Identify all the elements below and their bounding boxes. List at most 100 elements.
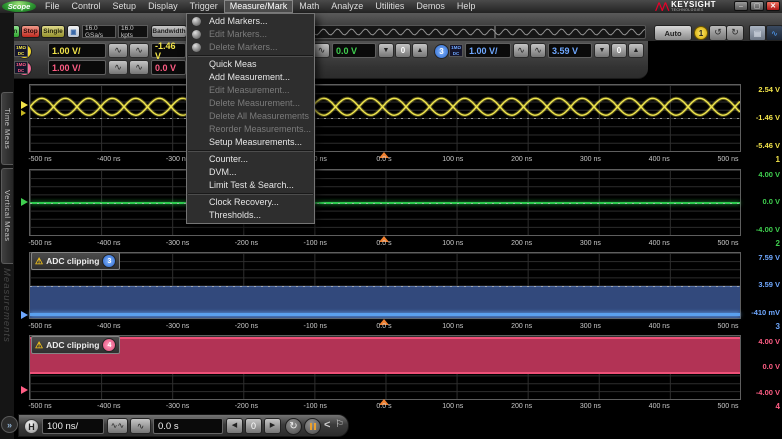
channel-1-scale-up-icon[interactable]: ∿ <box>129 43 149 58</box>
time-tick-label: 400 ns <box>649 240 670 247</box>
channel-4-scale-field[interactable]: 1.00 V/ <box>48 60 106 75</box>
menu-item-reorder-measurements: Reorder Measurements... <box>187 123 314 136</box>
menubar-item-display[interactable]: Display <box>142 0 184 13</box>
time-tick-label: 300 ns <box>580 240 601 247</box>
single-button[interactable]: Single <box>41 25 65 38</box>
menu-item-limit-test-search[interactable]: Limit Test & Search... <box>187 179 314 192</box>
ch2-ground-marker[interactable] <box>21 198 28 206</box>
channel-2-offset-down-icon[interactable]: ▼ <box>378 43 394 58</box>
horizontal-toolbar: H 100 ns/ ∿∿ ∿ 0.0 s ◀ 0 ▶ ↻ < ⚐ <box>18 414 349 437</box>
replay-icon[interactable]: ↻ <box>285 418 302 435</box>
menu-item-setup-measurements[interactable]: Setup Measurements... <box>187 136 314 149</box>
menubar-item-control[interactable]: Control <box>66 0 107 13</box>
ch3-ground-marker[interactable] <box>21 311 28 319</box>
channel-4-offset-field[interactable]: 0.0 V <box>151 60 186 75</box>
channel-3-badge[interactable]: 3 <box>434 44 449 59</box>
channel-1-scale-down-icon[interactable]: ∿ <box>108 43 128 58</box>
menu-item-add-measurement[interactable]: Add Measurement... <box>187 71 314 84</box>
ch3-bottom-voltage-label: -410 mV <box>741 308 780 317</box>
menubar-item-math[interactable]: Math <box>293 0 325 13</box>
signal-analyzer-icon[interactable]: ∿ <box>766 25 782 41</box>
maximize-icon[interactable]: ▢ <box>750 1 764 11</box>
channel-4-scale-up-icon[interactable]: ∿ <box>129 60 149 75</box>
channel-1-scale-field[interactable]: 1.00 V/ <box>48 43 106 58</box>
ch4-ground-marker[interactable] <box>21 386 28 394</box>
panel-expander-button[interactable]: » <box>1 416 18 433</box>
channel-2-offset-up-icon[interactable]: ▲ <box>412 43 428 58</box>
ch1-ground-marker[interactable] <box>21 101 28 109</box>
undo-icon[interactable]: ↺ <box>709 25 727 41</box>
menu-item-dvm[interactable]: DVM... <box>187 166 314 179</box>
ch3-adc-clipping-warning[interactable]: ⚠ ADC clipping 3 <box>31 252 120 270</box>
menubar-item-measure-mark[interactable]: Measure/Mark <box>224 0 294 13</box>
tab-vertical-meas[interactable]: Vertical Meas <box>1 168 13 264</box>
menu-item-clock-recovery[interactable]: Clock Recovery... <box>187 196 314 209</box>
measurements-panel-label: Measurements <box>1 268 12 418</box>
timebase-zoom-in-icon[interactable]: ∿ <box>130 418 151 434</box>
time-tick-label: -400 ns <box>97 240 120 247</box>
menubar-item-analyze[interactable]: Analyze <box>325 0 369 13</box>
menu-item-quick-meas[interactable]: Quick Meas <box>187 58 314 71</box>
channel-2-scale-up-icon[interactable]: ∿ <box>313 43 330 58</box>
ch4-adc-clipping-warning[interactable]: ⚠ ADC clipping 4 <box>31 336 120 354</box>
timebase-field[interactable]: 100 ns/ <box>42 418 104 434</box>
trigger-source-badge[interactable]: 1 <box>694 26 708 40</box>
menu-item-delete-markers: Delete Markers... <box>187 41 314 54</box>
channel-3-coupling-badge[interactable]: 1MΩDC <box>449 44 463 57</box>
menubar-item-demos[interactable]: Demos <box>410 0 451 13</box>
channel-2-offset-field[interactable]: 0.0 V <box>332 43 376 58</box>
delay-left-icon[interactable]: ◀ <box>226 418 243 434</box>
channel-4-badge: 4 <box>102 338 116 352</box>
bookmark-flag-icon[interactable]: ⚐ <box>335 419 344 430</box>
channel-3-scale-up-icon[interactable]: ∿ <box>530 43 546 58</box>
delay-zero-button[interactable]: 0 <box>245 418 262 434</box>
channel-3-offset-zero-button[interactable]: 0 <box>611 43 627 58</box>
menu-item-add-markers[interactable]: Add Markers... <box>187 15 314 28</box>
menu-item-delete-measurement: Delete Measurement... <box>187 97 314 110</box>
menubar-item-help[interactable]: Help <box>451 0 482 13</box>
channel-4-scale-down-icon[interactable]: ∿ <box>108 60 128 75</box>
acquisition-toolbar: Run Stop Single ▣ 16.0 GSa/s 16.0 kpts B… <box>0 13 782 41</box>
ch3-waveform-trace <box>30 313 740 316</box>
display-icon[interactable]: ▤ <box>749 25 766 41</box>
time-tick-label: -400 ns <box>97 156 120 163</box>
auto-trigger-button[interactable]: Auto <box>654 25 692 41</box>
channel-3-scale-down-icon[interactable]: ∿ <box>513 43 529 58</box>
ch4-bottom-voltage-label: -4.00 V <box>741 388 780 397</box>
menu-separator <box>188 150 313 152</box>
menu-item-thresholds[interactable]: Thresholds... <box>187 209 314 222</box>
channel-3-offset-field[interactable]: 3.59 V <box>548 43 592 58</box>
redo-icon[interactable]: ↻ <box>726 25 744 41</box>
horizontal-badge[interactable]: H <box>24 419 39 434</box>
menu-item-edit-measurement: Edit Measurement... <box>187 84 314 97</box>
menubar-item-trigger[interactable]: Trigger <box>184 0 224 13</box>
time-tick-label: 400 ns <box>649 403 670 410</box>
menubar-item-setup[interactable]: Setup <box>107 0 143 13</box>
menubar-item-utilities[interactable]: Utilities <box>369 0 410 13</box>
pause-icon[interactable] <box>304 418 321 435</box>
close-icon[interactable]: ✕ <box>766 1 780 11</box>
time-axis-ch4: -500 ns-400 ns-300 ns-200 ns-100 ns0.0 s… <box>29 400 741 413</box>
delay-field[interactable]: 0.0 s <box>153 418 223 434</box>
channel-3-offset-down-icon[interactable]: ▼ <box>594 43 610 58</box>
channel-2-offset-zero-button[interactable]: 0 <box>395 43 411 58</box>
minimize-icon[interactable]: – <box>734 1 748 11</box>
touch-screen-icon[interactable]: ▣ <box>67 25 80 38</box>
menubar-item-file[interactable]: File <box>39 0 66 13</box>
stop-button[interactable]: Stop <box>21 25 40 38</box>
channel-4-coupling-badge[interactable]: 1MΩDC <box>14 61 28 74</box>
time-tick-label: -100 ns <box>304 323 327 330</box>
collapse-chevron-icon[interactable]: < <box>324 419 330 431</box>
channel-3-scale-field[interactable]: 1.00 V/ <box>465 43 511 58</box>
time-tick-label: 300 ns <box>580 156 601 163</box>
ch1-trigger-level-marker[interactable] <box>21 110 26 116</box>
delay-right-icon[interactable]: ▶ <box>264 418 281 434</box>
channel-1-offset-field[interactable]: -1.46 V <box>151 43 186 58</box>
menu-item-counter[interactable]: Counter... <box>187 153 314 166</box>
scope-logo[interactable]: Scope <box>2 1 36 12</box>
timebase-zoom-out-icon[interactable]: ∿∿ <box>107 418 128 434</box>
channel-3-offset-up-icon[interactable]: ▲ <box>628 43 644 58</box>
channel-1-coupling-badge[interactable]: 1MΩDC <box>14 44 28 57</box>
tab-time-meas[interactable]: Time Meas <box>1 92 13 165</box>
bandwidth-button[interactable]: Bandwidth <box>151 25 187 38</box>
